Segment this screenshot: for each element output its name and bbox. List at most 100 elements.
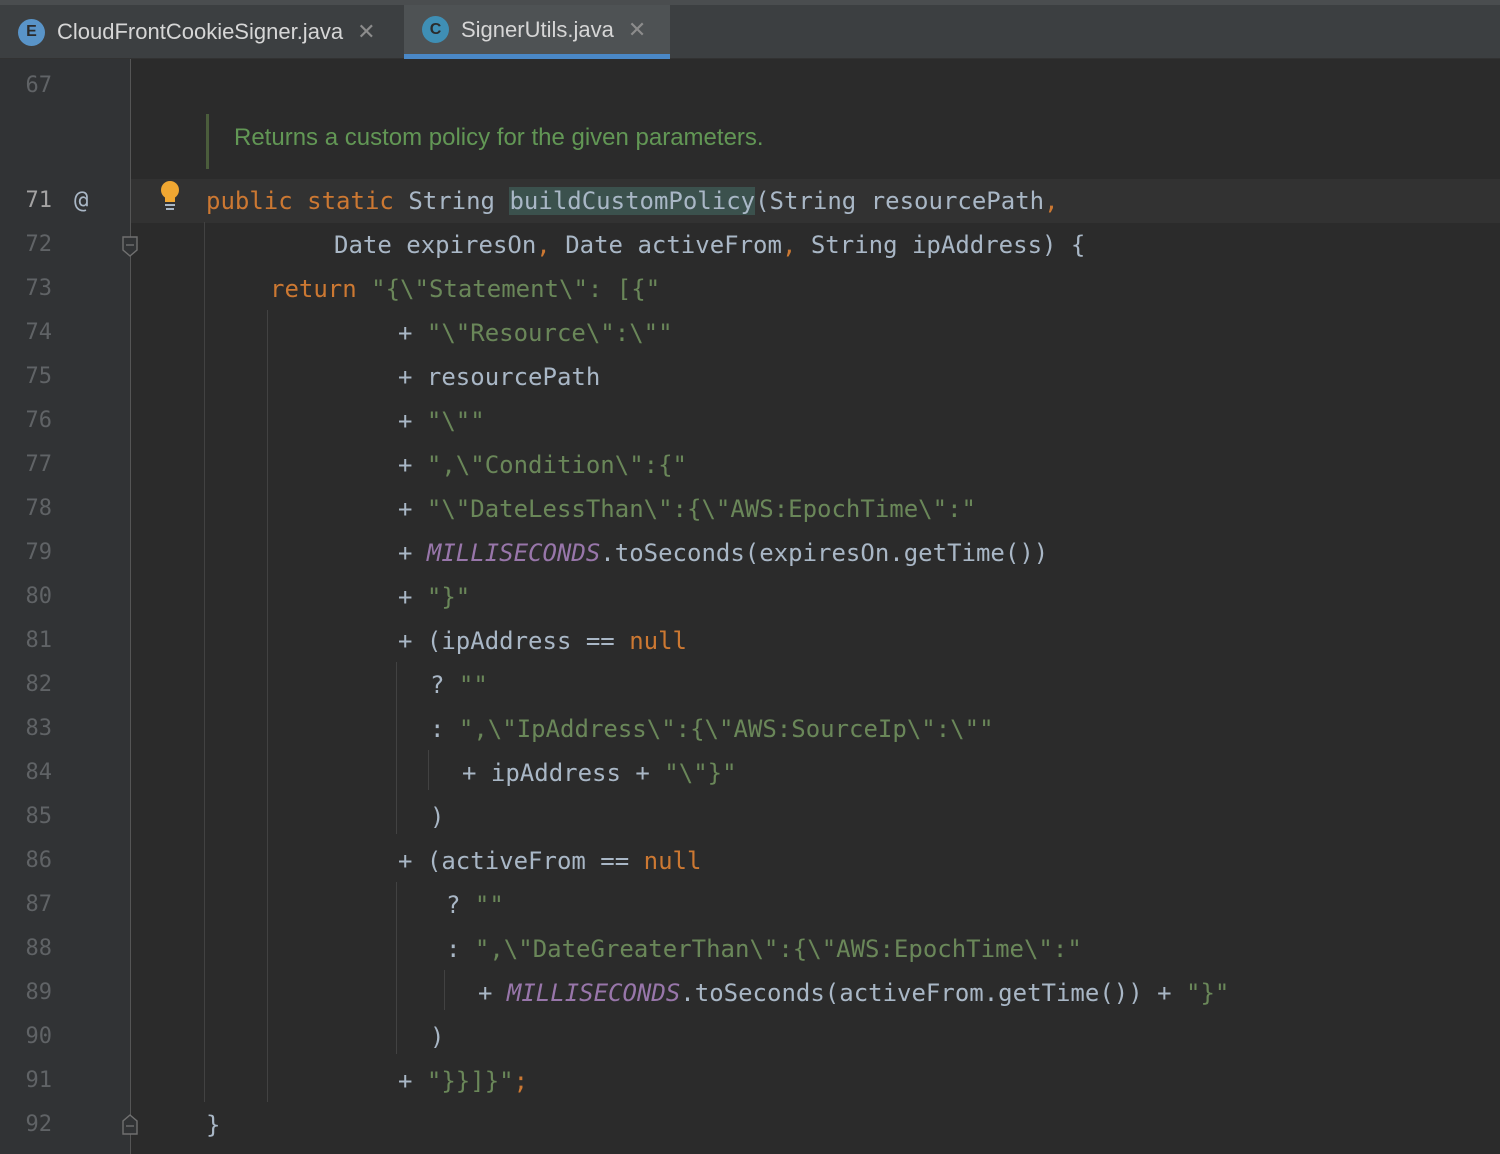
identifier: resourcePath (426, 363, 601, 391)
line-number: 86 (25, 848, 53, 873)
code-line-79[interactable]: + MILLISECONDS.toSeconds(expiresOn.getTi… (398, 538, 1048, 568)
tab-label: CloudFrontCookieSigner.java (57, 19, 344, 44)
tab-cloudfront-cookie-signer[interactable]: E CloudFrontCookieSigner.java ✕ (0, 5, 402, 59)
code-line-71[interactable]: public static String buildCustomPolicy(S… (206, 186, 1059, 216)
string-literal: ",\"IpAddress\":{\"AWS:SourceIp\":\"" (458, 715, 994, 743)
operator: ? (430, 671, 445, 699)
comma: , (1044, 187, 1059, 215)
code-line-74[interactable]: + "\"Resource\":\"" (398, 318, 673, 348)
expression: ipAddress + (490, 759, 665, 787)
close-tab-icon[interactable]: ✕ (357, 19, 375, 45)
indent-guide (396, 662, 397, 834)
comma: , (536, 231, 551, 259)
operator: + (398, 363, 413, 391)
operator: : (446, 935, 461, 963)
code-line-81[interactable]: + (ipAddress == null (398, 626, 687, 656)
line-number: 75 (25, 364, 53, 389)
line-number: 89 (25, 980, 53, 1005)
constant: MILLISECONDS (506, 979, 681, 1007)
fold-marker-icon[interactable] (121, 236, 139, 258)
line-number: 92 (25, 1112, 53, 1137)
tab-signer-utils[interactable]: C SignerUtils.java ✕ (404, 5, 670, 59)
operator: + (398, 583, 413, 611)
code-line-82[interactable]: ? "" (430, 670, 488, 700)
indent-guide (444, 970, 445, 1010)
line-number: 71 (25, 188, 53, 213)
keyword: null (629, 627, 687, 655)
paren: ) (430, 1023, 445, 1051)
line-number: 83 (25, 716, 53, 741)
indent-guide (204, 222, 205, 1102)
code-line-83[interactable]: : ",\"IpAddress\":{\"AWS:SourceIp\":\"" (430, 714, 994, 744)
type-name: String (408, 187, 496, 215)
expression: (ipAddress == (426, 627, 630, 655)
operator: + (398, 847, 413, 875)
code-line-73[interactable]: return "{\"Statement\": [{" (270, 274, 660, 304)
expression: (activeFrom == (426, 847, 644, 875)
doc-comment-bar (206, 114, 209, 169)
lightbulb-icon[interactable] (158, 179, 182, 211)
code-line-84[interactable]: + ipAddress + "\"}" (462, 758, 737, 788)
string-literal: "}" (426, 583, 471, 611)
line-number: 72 (25, 232, 53, 257)
line-number: 79 (25, 540, 53, 565)
line-number: 88 (25, 936, 53, 961)
method-call: .toSeconds(activeFrom.getTime()) + (680, 979, 1187, 1007)
indent-guide (396, 882, 397, 1054)
param: Date activeFrom (550, 231, 782, 259)
operator: + (398, 539, 413, 567)
method-name: buildCustomPolicy (509, 187, 756, 215)
line-number: 85 (25, 804, 53, 829)
editor-tab-bar: E CloudFrontCookieSigner.java ✕ C Signer… (0, 0, 1500, 59)
operator: + (398, 1067, 413, 1095)
line-number: 78 (25, 496, 53, 521)
code-line-90[interactable]: ) (430, 1022, 444, 1052)
indent-guide (428, 750, 429, 790)
code-line-87[interactable]: ? "" (446, 890, 504, 920)
method-call: .toSeconds(expiresOn.getTime()) (600, 539, 1049, 567)
operator: : (430, 715, 445, 743)
line-number: 74 (25, 320, 53, 345)
string-literal: "\"DateLessThan\":{\"AWS:EpochTime\":" (426, 495, 976, 523)
code-line-75[interactable]: + resourcePath (398, 362, 600, 392)
rendered-doc-comment[interactable]: Returns a custom policy for the given pa… (234, 124, 764, 152)
code-line-89[interactable]: + MILLISECONDS.toSeconds(activeFrom.getT… (478, 978, 1229, 1008)
code-line-86[interactable]: + (activeFrom == null (398, 846, 701, 876)
line-number: 84 (25, 760, 53, 785)
line-number: 67 (25, 73, 53, 98)
code-line-80[interactable]: + "}" (398, 582, 470, 612)
string-literal: "{\"Statement\": [{" (371, 275, 661, 303)
keyword: public (206, 187, 293, 215)
keyword: null (643, 847, 702, 875)
code-line-88[interactable]: : ",\"DateGreaterThan\":{\"AWS:EpochTime… (446, 934, 1082, 964)
params: (String resourcePath (755, 187, 1045, 215)
class-file-icon: C (422, 16, 449, 43)
string-literal: ",\"DateGreaterThan\":{\"AWS:EpochTime\"… (474, 935, 1082, 963)
comma: , (781, 231, 797, 259)
code-line-78[interactable]: + "\"DateLessThan\":{\"AWS:EpochTime\":" (398, 494, 976, 524)
string-literal: "}}]}" (426, 1067, 514, 1095)
line-number: 91 (25, 1068, 53, 1093)
code-line-76[interactable]: + "\"" (398, 406, 485, 436)
overrides-annotation-icon[interactable]: @ (74, 186, 88, 214)
operator: + (398, 451, 413, 479)
param: Date expiresOn (334, 231, 537, 259)
code-line-77[interactable]: + ",\"Condition\":{" (398, 450, 687, 480)
code-line-85[interactable]: ) (430, 802, 444, 832)
fold-marker-icon[interactable] (121, 1113, 139, 1135)
semicolon: ; (513, 1067, 529, 1095)
code-line-92[interactable]: } (206, 1110, 220, 1140)
line-number: 80 (25, 584, 53, 609)
constant: MILLISECONDS (426, 539, 601, 567)
enum-file-icon: E (18, 18, 45, 46)
line-number: 76 (25, 408, 53, 433)
close-tab-icon[interactable]: ✕ (628, 17, 646, 43)
line-number: 87 (25, 892, 53, 917)
line-number: 81 (25, 628, 53, 653)
string-literal: "" (458, 671, 488, 699)
string-literal: "\"" (426, 407, 485, 435)
operator: + (398, 319, 413, 347)
code-line-72[interactable]: Date expiresOn, Date activeFrom, String … (334, 230, 1085, 260)
string-literal: "\"}" (664, 759, 737, 787)
code-line-91[interactable]: + "}}]}"; (398, 1066, 528, 1096)
